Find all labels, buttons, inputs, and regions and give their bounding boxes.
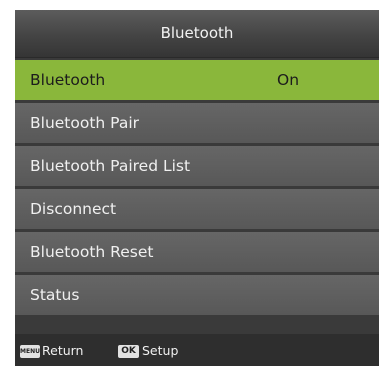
menu-item-bluetooth-pair[interactable]: Bluetooth Pair [15,103,379,143]
menu-item-label: Bluetooth Reset [30,243,154,261]
menu-item-label: Bluetooth [30,71,106,89]
bluetooth-state-value: On [277,71,300,89]
menu-item-bluetooth-reset[interactable]: Bluetooth Reset [15,232,379,272]
menu-item-bluetooth-paired-list[interactable]: Bluetooth Paired List [15,146,379,186]
menu-item-label: Bluetooth Paired List [30,157,191,175]
bluetooth-osd-menu: Bluetooth Bluetooth On Bluetooth Pair Bl… [15,10,379,366]
page-title: Bluetooth [160,24,234,42]
menu-item-disconnect[interactable]: Disconnect [15,189,379,229]
menu-item-status[interactable]: Status [15,275,379,315]
menu-item-bluetooth[interactable]: Bluetooth On [15,60,379,100]
menu-item-label: Disconnect [30,200,117,218]
return-hint: Return [42,343,84,358]
menu-header: Bluetooth [15,10,379,58]
key-hint-bar: MENU Return OK Setup [15,334,379,366]
menu-item-label: Status [30,286,80,304]
menu-item-label: Bluetooth Pair [30,114,139,132]
menu-list: Bluetooth On Bluetooth Pair Bluetooth Pa… [15,60,379,318]
setup-hint: Setup [142,343,179,358]
ok-key-icon: OK [118,345,139,358]
menu-key-icon: MENU [20,345,40,358]
